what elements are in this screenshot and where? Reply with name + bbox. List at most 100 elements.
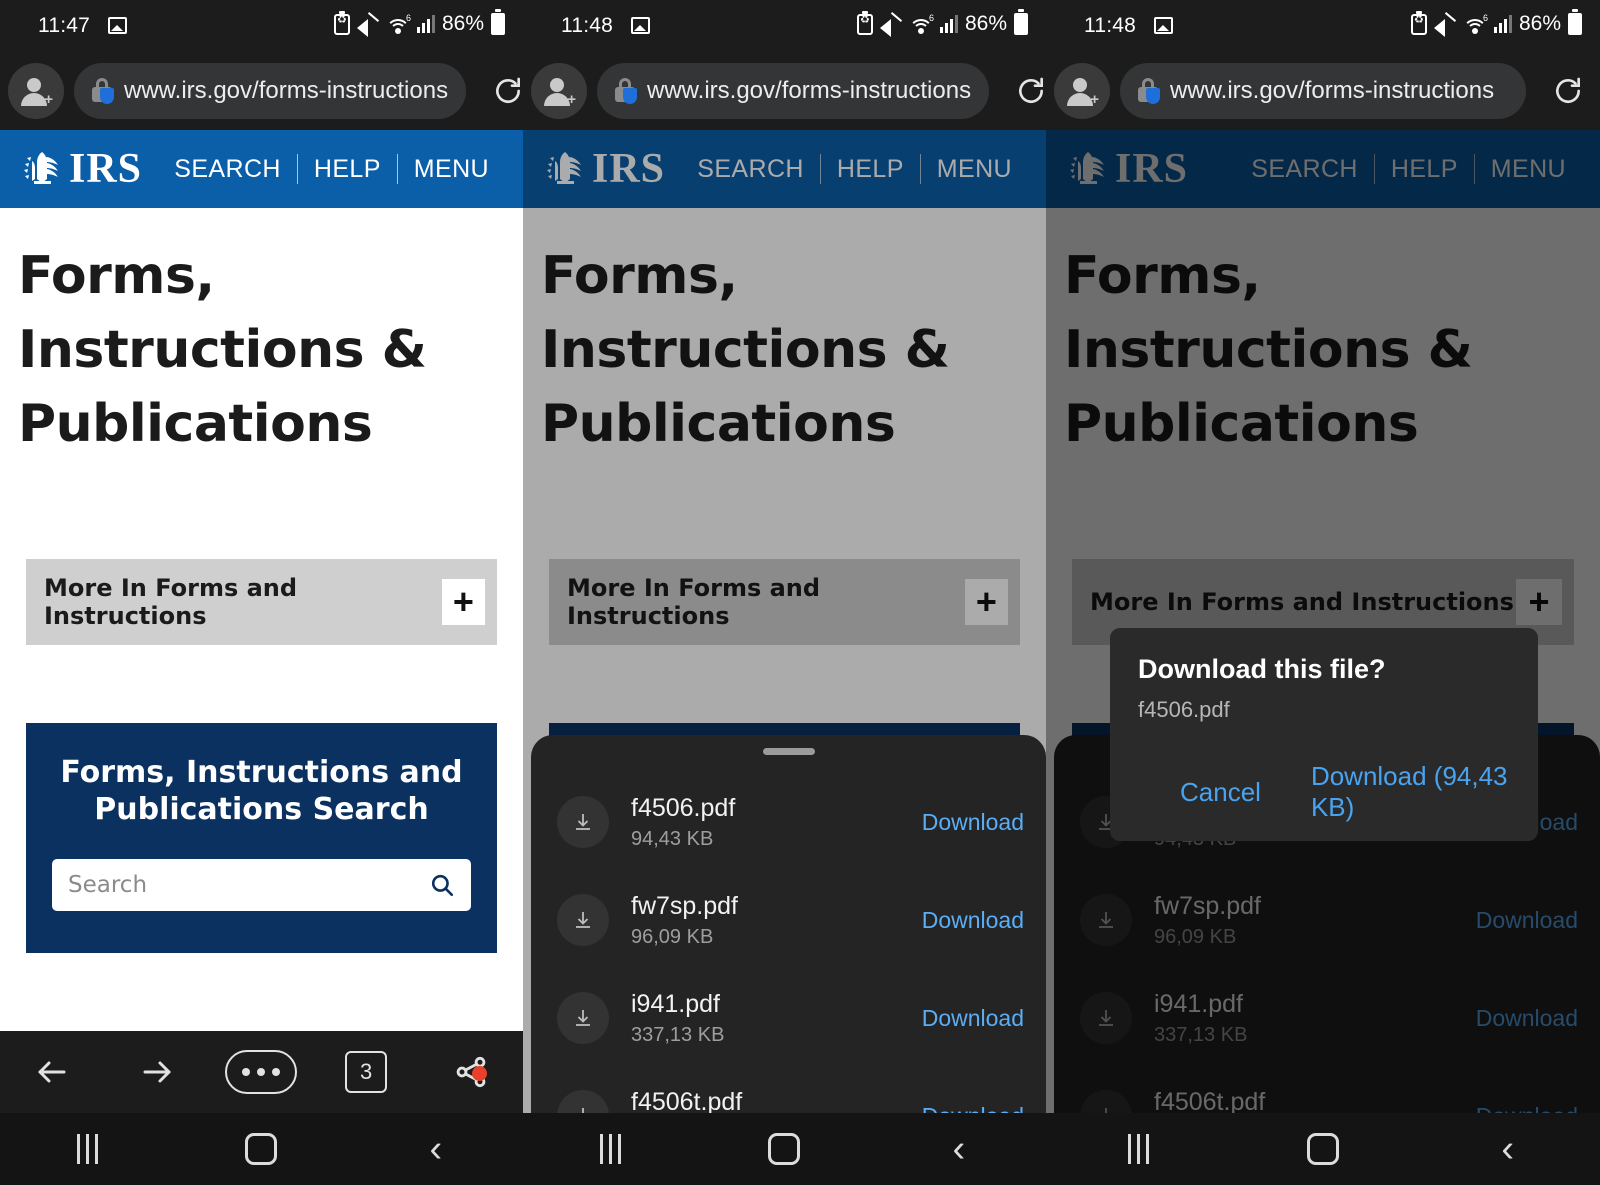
expand-plus-icon[interactable]: + [441,579,485,626]
download-button[interactable]: Download [922,809,1024,836]
download-confirm-dialog: Download this file? f4506.pdf Cancel Dow… [1110,628,1538,841]
expand-plus-icon[interactable]: + [1516,579,1562,626]
back-button[interactable]: ‹ [349,1130,523,1168]
home-icon [245,1133,278,1165]
irs-logo-text: IRS [1115,146,1189,192]
more-in-label: More In Forms and Instructions [567,574,821,631]
more-in-accordion[interactable]: More In Forms and Instructions + [26,559,497,646]
add-profile-icon[interactable]: + [1054,63,1110,119]
irs-logo-text: IRS [69,146,143,192]
image-icon [1154,17,1173,34]
nav-help[interactable]: HELP [1375,155,1474,184]
url-text: www.irs.gov/forms-instructions [124,77,449,104]
file-name: f4506.pdf [631,793,736,822]
recents-icon [1127,1134,1149,1164]
signal-bars-icon [1493,15,1512,33]
download-button[interactable]: Download [1476,1005,1578,1032]
web-page: IRS SEARCH HELP MENU Forms, Instructions… [523,130,1046,1185]
list-item[interactable]: fw7sp.pdf 96,09 KB Download [531,871,1046,969]
expand-plus-icon[interactable]: + [964,579,1008,626]
omnibox: + www.irs.gov/forms-instructions [523,52,1046,130]
reload-icon[interactable] [999,75,1046,107]
list-item[interactable]: fw7sp.pdf 96,09 KB Download [1054,871,1600,969]
nav-help[interactable]: HELP [298,155,397,184]
reload-icon[interactable] [476,75,523,107]
more-in-label: More In Forms and Instructions [44,574,298,631]
search-card-title: Forms, Instructions and Publications Sea… [60,755,463,828]
share-badge [471,1066,487,1081]
confirm-download-button[interactable]: Download (94,43 KB) [1311,761,1510,823]
list-item[interactable]: i941.pdf 337,13 KB Download [531,969,1046,1067]
more-options-button[interactable] [209,1050,314,1094]
download-icon [1080,894,1132,946]
irs-logo[interactable]: IRS [545,148,665,190]
image-icon [631,17,650,34]
download-button[interactable]: Download [922,1005,1024,1032]
home-button[interactable] [697,1133,871,1165]
android-nav-bar: ‹ [1046,1113,1600,1185]
status-bar: 11:48 6 86% [1046,0,1600,52]
irs-nav: SEARCH HELP MENU [681,154,1028,184]
reload-icon[interactable] [1536,75,1600,107]
status-icons: 6 86% [1410,9,1582,37]
irs-eagle-icon [22,149,66,189]
tab-switcher-button[interactable]: 3 [314,1051,419,1093]
share-button[interactable] [418,1054,523,1090]
battery-icon [1568,9,1582,35]
sheet-drag-handle[interactable] [762,748,815,755]
image-icon [108,17,127,34]
file-size: 337,13 KB [1154,1023,1248,1046]
download-icon [557,992,609,1044]
url-bar[interactable]: www.irs.gov/forms-instructions [74,63,467,119]
battery-percent: 86% [964,12,1007,35]
lock-icon [1138,78,1160,104]
home-icon [768,1133,801,1165]
nav-menu[interactable]: MENU [921,155,1028,184]
cancel-button[interactable]: Cancel [1180,777,1261,808]
tab-count: 3 [345,1051,388,1093]
irs-eagle-icon [1068,149,1112,189]
search-icon[interactable] [429,872,455,898]
add-profile-icon[interactable]: + [8,63,64,119]
download-button[interactable]: Download [1476,907,1578,934]
download-button[interactable]: Download [922,907,1024,934]
back-button[interactable]: ‹ [1415,1130,1600,1168]
nav-menu[interactable]: MENU [398,155,505,184]
irs-logo[interactable]: IRS [1068,148,1188,190]
search-input[interactable]: Search [52,858,471,911]
url-bar[interactable]: www.irs.gov/forms-instructions [1120,63,1526,119]
recents-button[interactable] [523,1134,697,1164]
list-item[interactable]: i941.pdf 337,13 KB Download [1054,969,1600,1067]
mute-icon [1433,15,1456,37]
more-options-icon [225,1050,298,1094]
forward-arrow-icon[interactable] [105,1054,210,1090]
url-text: www.irs.gov/forms-instructions [1170,77,1495,104]
back-icon: ‹ [952,1128,966,1170]
nav-search[interactable]: SEARCH [681,155,820,184]
add-profile-icon[interactable]: + [531,63,587,119]
battery-saver-icon [1410,10,1427,35]
back-arrow-icon[interactable] [0,1054,105,1090]
home-button[interactable] [1231,1133,1416,1165]
recents-button[interactable] [0,1134,174,1164]
file-size: 94,43 KB [631,827,714,850]
back-button[interactable]: ‹ [872,1130,1046,1168]
home-icon [1307,1133,1339,1165]
nav-help[interactable]: HELP [821,155,920,184]
panel-download-confirm-dialog: 11:48 6 86% + www.irs.gov/form [1046,0,1600,1185]
recents-button[interactable] [1046,1134,1231,1164]
page-title: Forms, Instructions & Publications [541,246,950,454]
file-name: fw7sp.pdf [631,891,739,920]
irs-logo[interactable]: IRS [22,148,142,190]
file-name: fw7sp.pdf [1154,891,1262,920]
more-in-accordion[interactable]: More In Forms and Instructions + [549,559,1020,646]
url-bar[interactable]: www.irs.gov/forms-instructions [597,63,990,119]
list-item[interactable]: f4506.pdf 94,43 KB Download [531,773,1046,871]
nav-search[interactable]: SEARCH [158,155,297,184]
home-button[interactable] [174,1133,348,1165]
dialog-title: Download this file? [1138,654,1386,684]
wifi-6-icon: 6 [908,13,934,34]
status-time: 11:48 [1084,14,1136,37]
nav-menu[interactable]: MENU [1475,155,1582,184]
nav-search[interactable]: SEARCH [1235,155,1374,184]
